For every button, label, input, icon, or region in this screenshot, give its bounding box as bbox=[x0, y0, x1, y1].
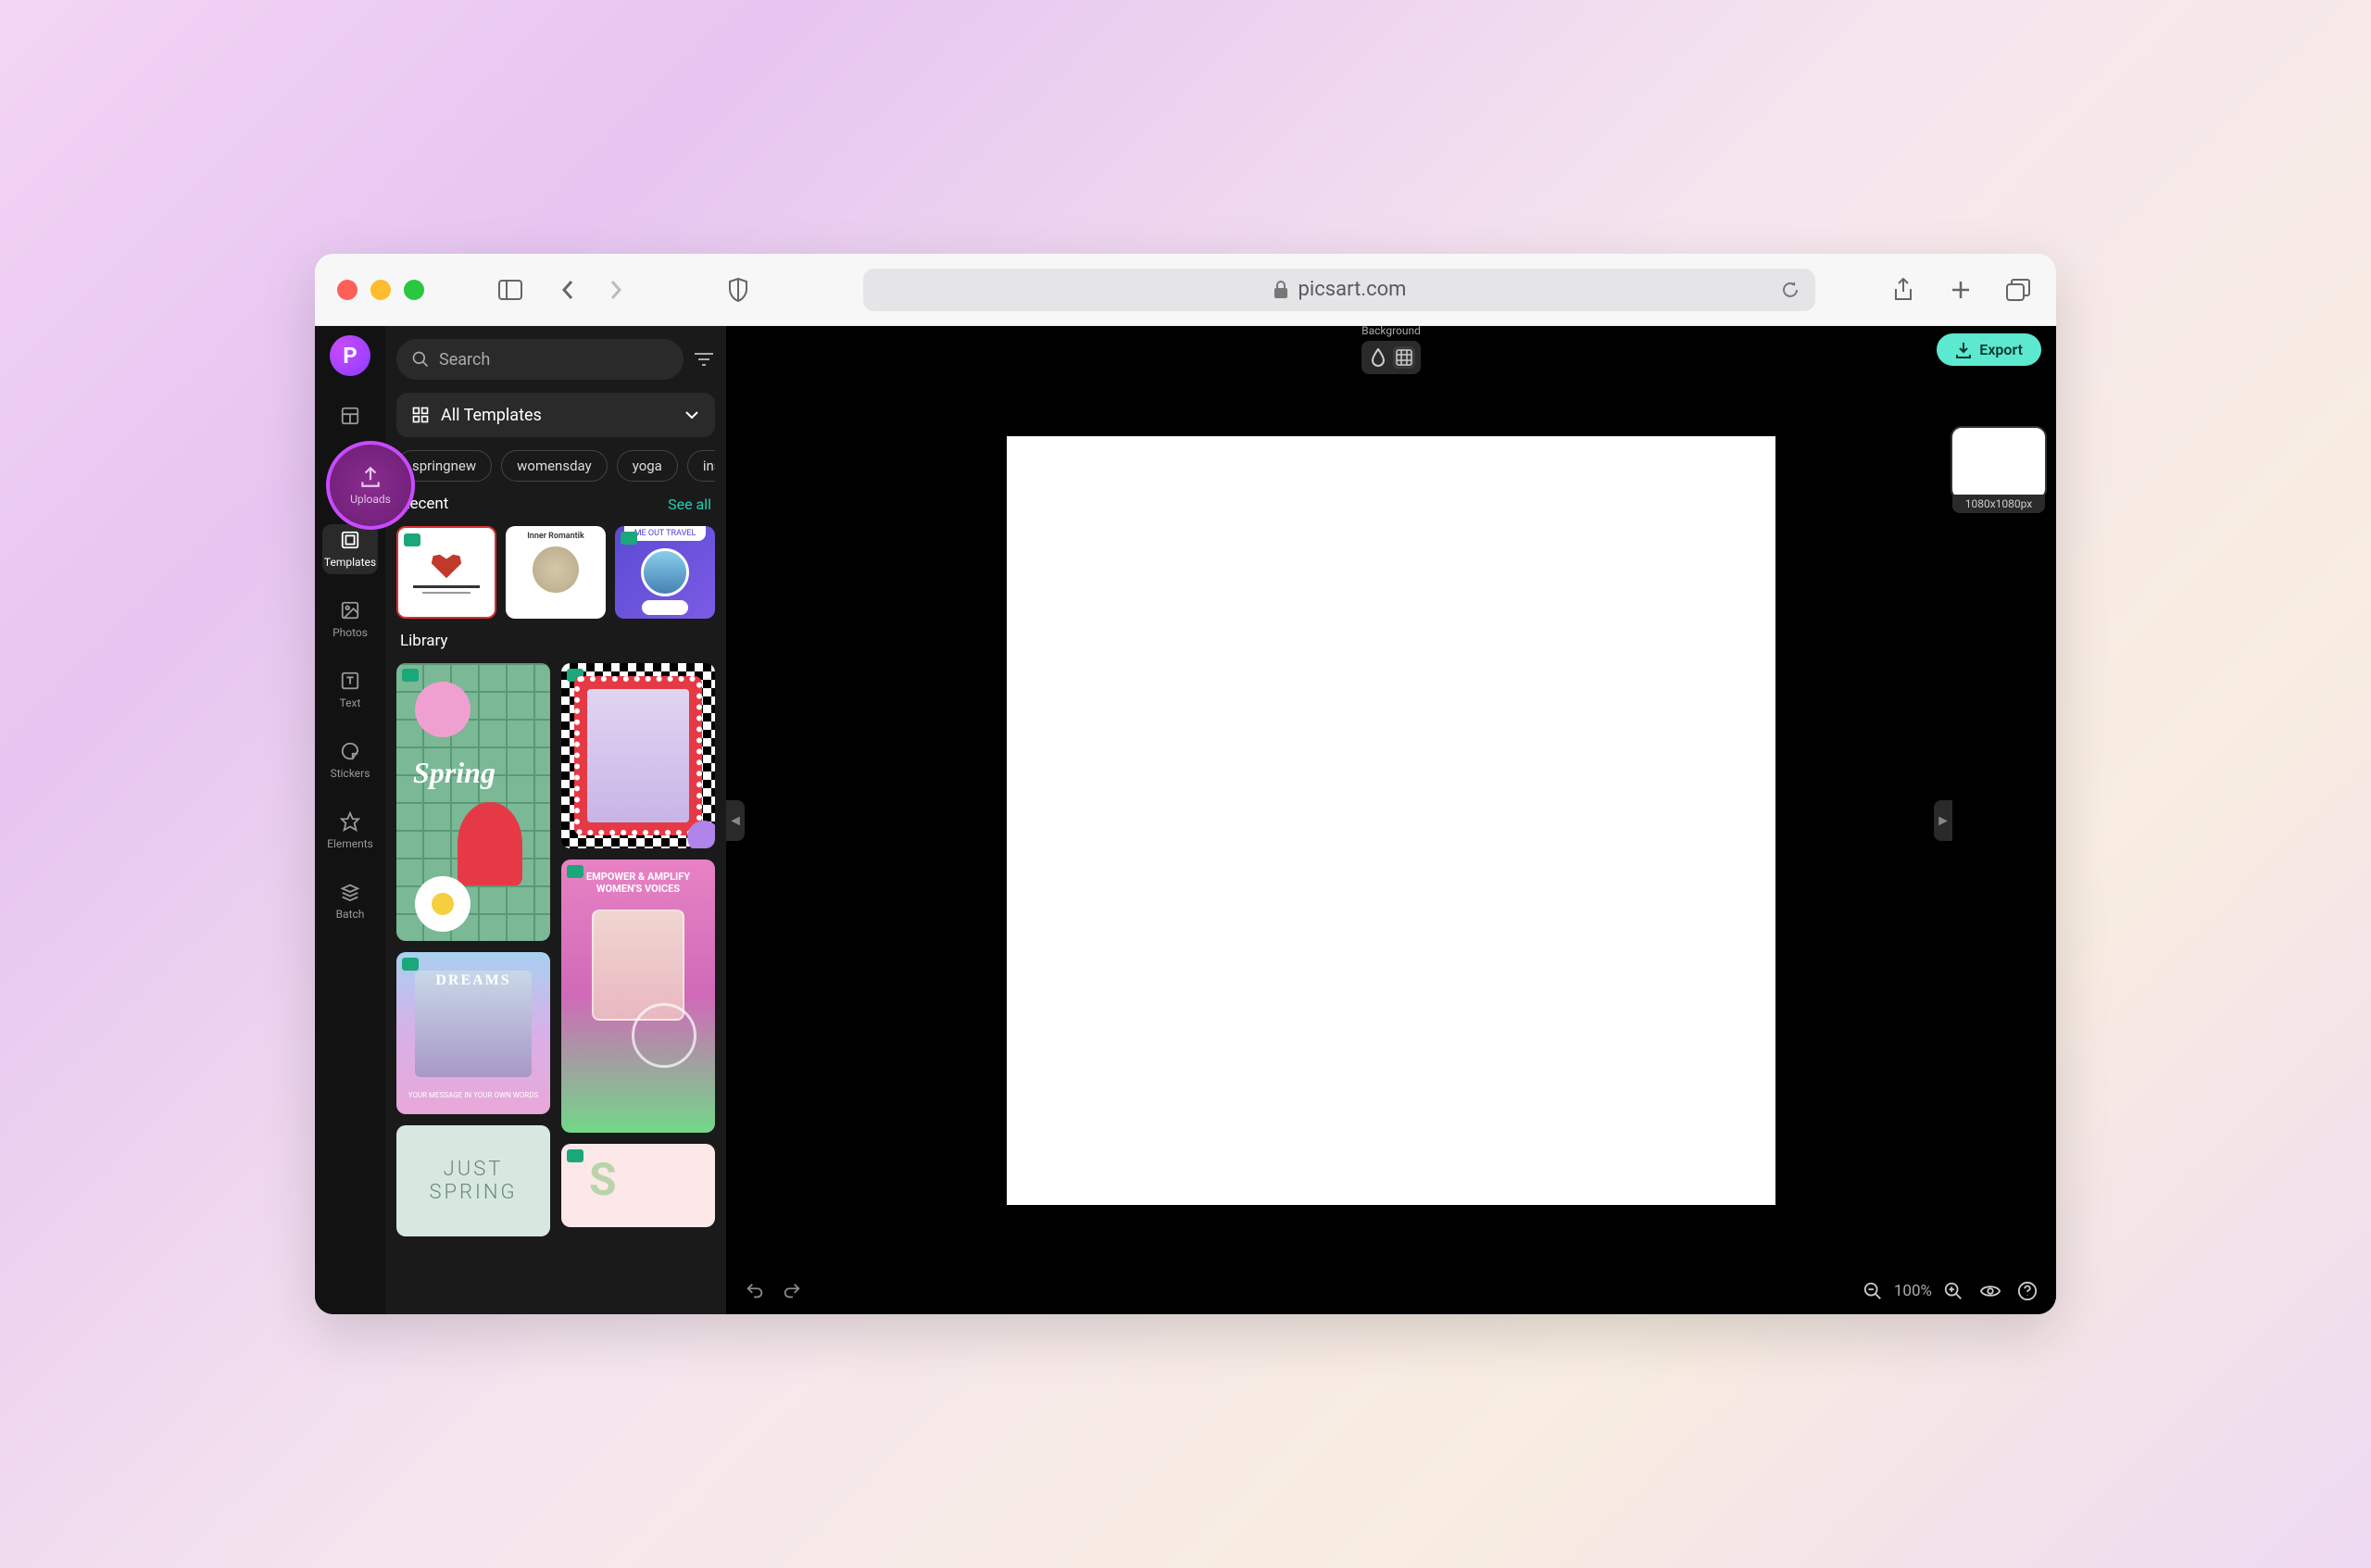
pro-badge bbox=[621, 532, 637, 545]
all-templates-dropdown[interactable]: All Templates bbox=[396, 393, 715, 437]
help-button[interactable] bbox=[2017, 1281, 2038, 1301]
upload-icon bbox=[358, 465, 383, 489]
expand-layers-button[interactable]: ► bbox=[1934, 800, 1952, 841]
library-template-pastel[interactable]: S bbox=[561, 1144, 715, 1227]
uploads-highlight[interactable]: Uploads bbox=[326, 441, 415, 530]
picsart-logo[interactable]: P bbox=[330, 335, 370, 376]
sidebar-toggle-icon[interactable] bbox=[495, 274, 526, 306]
chip-instap[interactable]: instap bbox=[687, 450, 715, 482]
rail-label-elements: Elements bbox=[327, 837, 373, 850]
collapse-panel-button[interactable]: ◄ bbox=[726, 800, 745, 841]
recent-template-2[interactable]: Inner Romantik bbox=[506, 526, 606, 619]
redo-icon bbox=[782, 1281, 802, 1301]
background-tool: Background bbox=[1361, 324, 1421, 374]
layer-thumbnail[interactable] bbox=[1952, 428, 2045, 498]
chip-yoga[interactable]: yoga bbox=[617, 450, 678, 482]
browser-chrome: picsart.com bbox=[315, 254, 2056, 326]
zoom-out-icon bbox=[1863, 1281, 1883, 1301]
library-template-spring[interactable]: Spring bbox=[396, 663, 550, 941]
lock-icon bbox=[1273, 281, 1289, 299]
background-texture-button[interactable] bbox=[1393, 346, 1415, 369]
category-chips: springnew womensday yoga instap bbox=[396, 450, 715, 482]
pro-badge bbox=[567, 865, 583, 878]
grid-icon bbox=[411, 406, 430, 424]
rail-item-layout[interactable] bbox=[322, 400, 378, 432]
background-color-button[interactable] bbox=[1367, 346, 1389, 369]
nav-back-button[interactable] bbox=[552, 274, 583, 306]
batch-icon bbox=[340, 882, 360, 902]
new-tab-button[interactable] bbox=[1945, 274, 1976, 306]
layout-icon bbox=[340, 406, 360, 426]
rail-item-stickers[interactable]: Stickers bbox=[322, 735, 378, 785]
library-template-just-spring[interactable]: JUST SPRING bbox=[396, 1125, 550, 1236]
pro-badge bbox=[402, 958, 419, 971]
recent-template-3[interactable]: ME OUT TRAVEL bbox=[615, 526, 715, 619]
shield-icon[interactable] bbox=[722, 274, 754, 306]
nav-forward-button[interactable] bbox=[600, 274, 632, 306]
pro-badge bbox=[402, 669, 419, 682]
canvas-area: Background Export ◄ bbox=[726, 326, 2056, 1314]
zoom-in-button[interactable] bbox=[1943, 1281, 1963, 1301]
redo-button[interactable] bbox=[782, 1281, 802, 1301]
chevron-down-icon bbox=[684, 409, 700, 420]
search-input[interactable]: Search bbox=[396, 339, 684, 380]
export-label: Export bbox=[1979, 341, 2023, 358]
uploads-highlight-label: Uploads bbox=[350, 493, 391, 506]
search-placeholder: Search bbox=[439, 350, 490, 370]
rail-label-stickers: Stickers bbox=[331, 767, 370, 780]
export-button[interactable]: Export bbox=[1937, 333, 2041, 366]
undo-button[interactable] bbox=[745, 1281, 765, 1301]
library-template-dreams[interactable]: DREAMS YOUR MESSAGE IN YOUR OWN WORDS bbox=[396, 952, 550, 1114]
texture-icon bbox=[1396, 349, 1412, 366]
url-host: picsart.com bbox=[1298, 278, 1407, 301]
elements-icon bbox=[340, 811, 360, 832]
library-heading: Library bbox=[400, 632, 447, 650]
rail-item-elements[interactable]: Elements bbox=[322, 806, 378, 856]
rail-item-text[interactable]: Text bbox=[322, 665, 378, 715]
photos-icon bbox=[340, 600, 360, 621]
drop-icon bbox=[1371, 348, 1386, 367]
filter-button[interactable] bbox=[693, 350, 715, 369]
rail-item-batch[interactable]: Batch bbox=[322, 876, 378, 926]
close-window-button[interactable] bbox=[337, 280, 358, 300]
share-icon[interactable] bbox=[1888, 274, 1919, 306]
layers-strip: 1080x1080px bbox=[1952, 428, 2045, 513]
canvas[interactable] bbox=[1007, 436, 1775, 1205]
rail-item-templates[interactable]: Templates bbox=[322, 524, 378, 574]
text-icon bbox=[340, 671, 360, 691]
download-icon bbox=[1955, 342, 1972, 358]
rail-label-batch: Batch bbox=[336, 908, 365, 921]
search-icon bbox=[411, 350, 430, 369]
zoom-value: 100% bbox=[1894, 1282, 1932, 1300]
chip-womensday[interactable]: womensday bbox=[501, 450, 608, 482]
canvas-size-label: 1080x1080px bbox=[1952, 495, 2045, 513]
maximize-window-button[interactable] bbox=[404, 280, 424, 300]
see-all-link[interactable]: See all bbox=[668, 495, 711, 513]
pro-badge bbox=[567, 1149, 583, 1162]
help-icon bbox=[2017, 1281, 2038, 1301]
rail-item-photos[interactable]: Photos bbox=[322, 595, 378, 645]
minimize-window-button[interactable] bbox=[370, 280, 391, 300]
recent-template-1[interactable] bbox=[396, 526, 496, 619]
undo-icon bbox=[745, 1281, 765, 1301]
rail-label-text: Text bbox=[340, 696, 361, 709]
zoom-in-icon bbox=[1943, 1281, 1963, 1301]
rail-label-photos: Photos bbox=[332, 626, 368, 639]
preview-button[interactable] bbox=[1980, 1281, 2001, 1301]
background-label: Background bbox=[1361, 324, 1421, 337]
pro-badge bbox=[404, 533, 420, 546]
eye-icon bbox=[1980, 1281, 2001, 1301]
traffic-lights bbox=[337, 280, 424, 300]
all-templates-label: All Templates bbox=[441, 406, 542, 425]
reload-button[interactable] bbox=[1780, 280, 1800, 300]
templates-icon bbox=[340, 530, 360, 550]
library-template-checker[interactable] bbox=[561, 663, 715, 848]
rail-label-templates: Templates bbox=[324, 556, 376, 569]
templates-panel: Search All Templates springnew womensday… bbox=[385, 326, 726, 1314]
library-template-amplify[interactable]: EMPOWER & AMPLIFY WOMEN'S VOICES bbox=[561, 859, 715, 1133]
zoom-out-button[interactable] bbox=[1863, 1281, 1883, 1301]
stickers-icon bbox=[340, 741, 360, 761]
tabs-overview-icon[interactable] bbox=[2002, 274, 2034, 306]
address-bar[interactable]: picsart.com bbox=[863, 269, 1815, 311]
